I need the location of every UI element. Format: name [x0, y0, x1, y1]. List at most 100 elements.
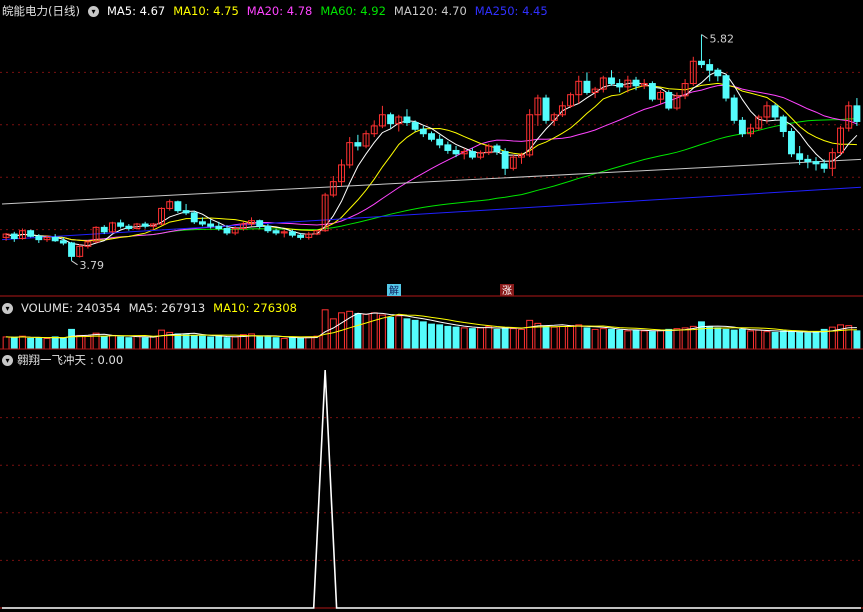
- volume-bar: [820, 328, 828, 350]
- volume-bar: [493, 328, 501, 350]
- candle-body: [501, 151, 509, 169]
- volume-bar: [648, 331, 656, 350]
- volume-bar: [558, 325, 566, 350]
- candle-body: [428, 133, 435, 140]
- chevron-down-icon[interactable]: ▾: [2, 302, 13, 314]
- candle-body: [35, 235, 43, 241]
- high-marker: [701, 34, 708, 39]
- indicator-legend: ▾ 翱翔一飞冲天 : 0.00: [2, 350, 123, 370]
- volume-bar: [616, 329, 624, 350]
- candle-body: [452, 149, 460, 155]
- candle-body: [804, 158, 812, 163]
- ma120-value: MA120: 4.70: [393, 4, 467, 18]
- volume-bar: [632, 329, 640, 350]
- volume-bar: [755, 329, 763, 350]
- volume-bar: [518, 328, 525, 350]
- volume-bar: [280, 337, 288, 350]
- volume-value: VOLUME: 240354: [21, 301, 121, 315]
- volume-bar: [591, 328, 599, 350]
- candle-body: [403, 116, 411, 124]
- price-legend: 皖能电力(日线) ▾ MA5: 4.67 MA10: 4.75 MA20: 4.…: [2, 1, 548, 21]
- volume-bar: [477, 327, 485, 350]
- volume-bar: [198, 335, 206, 350]
- candle-body: [27, 230, 35, 237]
- ma10-line: [5, 82, 857, 242]
- volume-bar: [403, 318, 411, 350]
- volume-bar: [305, 336, 313, 350]
- candle-body: [468, 151, 476, 158]
- candle-body: [288, 231, 296, 236]
- price-pane[interactable]: 皖能电力(日线) ▾ MA5: 4.67 MA10: 4.75 MA20: 4.…: [0, 0, 863, 298]
- candle-body: [820, 163, 828, 169]
- volume-bar: [329, 318, 337, 350]
- candle-body: [117, 222, 125, 227]
- volume-bar: [444, 325, 452, 350]
- candle-body: [51, 236, 59, 242]
- chevron-down-icon[interactable]: ▾: [87, 5, 99, 17]
- ma20-value: MA20: 4.78: [246, 4, 313, 18]
- volume-bar: [207, 336, 215, 350]
- volume-bar: [158, 329, 165, 350]
- volume-bar: [804, 332, 812, 350]
- low-label: 3.79: [80, 259, 105, 272]
- candle-body: [542, 97, 550, 121]
- volume-bar: [812, 331, 820, 350]
- volume-bar: [43, 337, 51, 350]
- candle-body: [264, 225, 272, 232]
- ma120-line: [1, 158, 862, 205]
- candle-body: [174, 201, 182, 212]
- volume-bar: [27, 337, 35, 350]
- volume-bar: [501, 327, 509, 350]
- candle-body: [608, 77, 615, 85]
- volume-bar: [542, 325, 550, 350]
- candle-body: [738, 119, 746, 135]
- volume-bar: [174, 333, 182, 350]
- ma10-value: MA10: 4.75: [173, 4, 239, 18]
- candle-body: [493, 145, 501, 153]
- volume-bar: [788, 331, 795, 350]
- candle-body: [100, 226, 108, 233]
- low-marker: [71, 260, 78, 266]
- volume-bar: [460, 327, 468, 350]
- candle-body: [387, 114, 395, 125]
- volume-bar: [231, 336, 239, 350]
- candle-body: [779, 116, 787, 132]
- volume-bar: [190, 334, 198, 350]
- volume-bar: [608, 328, 615, 350]
- volume-bar: [395, 315, 403, 350]
- volume-bar: [428, 323, 435, 350]
- volume-bar: [10, 337, 18, 350]
- volume-bar: [387, 316, 395, 350]
- volume-legend: ▾ VOLUME: 240354 MA5: 267913 MA10: 27630…: [2, 298, 297, 318]
- candle-body: [223, 227, 231, 234]
- volume-bar: [84, 335, 92, 350]
- volume-bar: [370, 312, 378, 350]
- volume-ma5-value: MA5: 267913: [128, 301, 206, 315]
- volume-bar: [779, 330, 787, 350]
- candle-body: [125, 225, 133, 229]
- volume-bar: [738, 328, 746, 350]
- volume-bar: [59, 337, 67, 350]
- chevron-down-icon[interactable]: ▾: [2, 354, 13, 366]
- volume-bar: [747, 330, 755, 350]
- volume-bar: [297, 337, 305, 350]
- candle-body: [190, 212, 198, 223]
- volume-bar: [624, 330, 632, 350]
- volume-bar: [681, 327, 689, 350]
- candle-body: [632, 79, 640, 87]
- volume-bar: [706, 325, 714, 350]
- candle-body: [198, 221, 206, 225]
- volume-bar: [149, 336, 157, 350]
- volume-bar: [182, 334, 190, 350]
- volume-bar: [673, 328, 681, 350]
- volume-bar: [313, 335, 321, 350]
- volume-pane[interactable]: ▾ VOLUME: 240354 MA5: 267913 MA10: 27630…: [0, 298, 863, 350]
- candle-body: [182, 210, 190, 214]
- volume-bar: [288, 337, 296, 350]
- volume-bar: [567, 325, 575, 350]
- volume-bar: [272, 337, 280, 350]
- volume-bar: [468, 328, 476, 350]
- candle-body: [583, 80, 591, 93]
- volume-bar: [108, 334, 116, 350]
- indicator-pane[interactable]: ▾ 翱翔一飞冲天 : 0.00: [0, 350, 863, 612]
